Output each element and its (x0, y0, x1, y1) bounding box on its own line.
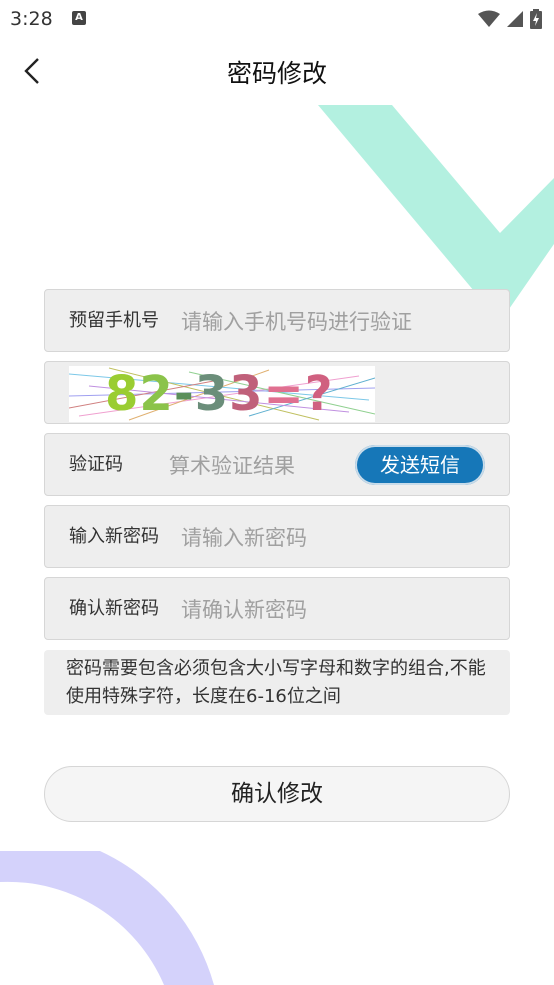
captcha-char: 3 (229, 366, 264, 422)
password-hint: 密码需要包含必须包含大小写字母和数字的组合,不能使用特殊字符，长度在6-16位之… (44, 650, 510, 715)
phone-label: 预留手机号 (69, 310, 159, 331)
captcha-field: 82-33=? (44, 361, 510, 424)
signal-icon (507, 11, 523, 27)
confirm-password-field: 确认新密码 (44, 577, 510, 640)
page-title: 密码修改 (226, 59, 327, 88)
captcha-char: - (173, 366, 195, 422)
status-time: 3:28 (10, 8, 53, 30)
sms-code-field: 验证码 发送短信 (44, 433, 510, 496)
confirm-change-button[interactable]: 确认修改 (44, 766, 510, 822)
sms-code-label: 验证码 (69, 454, 123, 475)
battery-icon (530, 9, 542, 29)
captcha-char: 3 (194, 366, 230, 422)
new-password-input[interactable] (179, 520, 483, 556)
send-sms-button[interactable]: 发送短信 (355, 445, 485, 485)
wifi-icon (478, 10, 500, 27)
confirm-password-input[interactable] (179, 592, 483, 628)
status-icons (478, 9, 542, 29)
decorative-arc-shape (0, 851, 214, 985)
captcha-expression: 82-33=? (105, 366, 334, 422)
sms-code-input[interactable] (167, 448, 351, 484)
phone-field: 预留手机号 (44, 289, 510, 352)
phone-input[interactable] (179, 304, 483, 340)
header: 密码修改 (0, 40, 554, 104)
new-password-label: 输入新密码 (69, 526, 159, 547)
captcha-char: = (263, 366, 305, 422)
new-password-field: 输入新密码 (44, 505, 510, 568)
captcha-char: 8 (105, 366, 140, 422)
notification-icon: A (72, 11, 86, 25)
status-bar: 3:28 A (0, 0, 554, 40)
captcha-char: ? (304, 366, 334, 422)
captcha-image[interactable]: 82-33=? (69, 366, 375, 422)
captcha-char: 2 (139, 366, 174, 422)
confirm-password-label: 确认新密码 (69, 598, 159, 619)
